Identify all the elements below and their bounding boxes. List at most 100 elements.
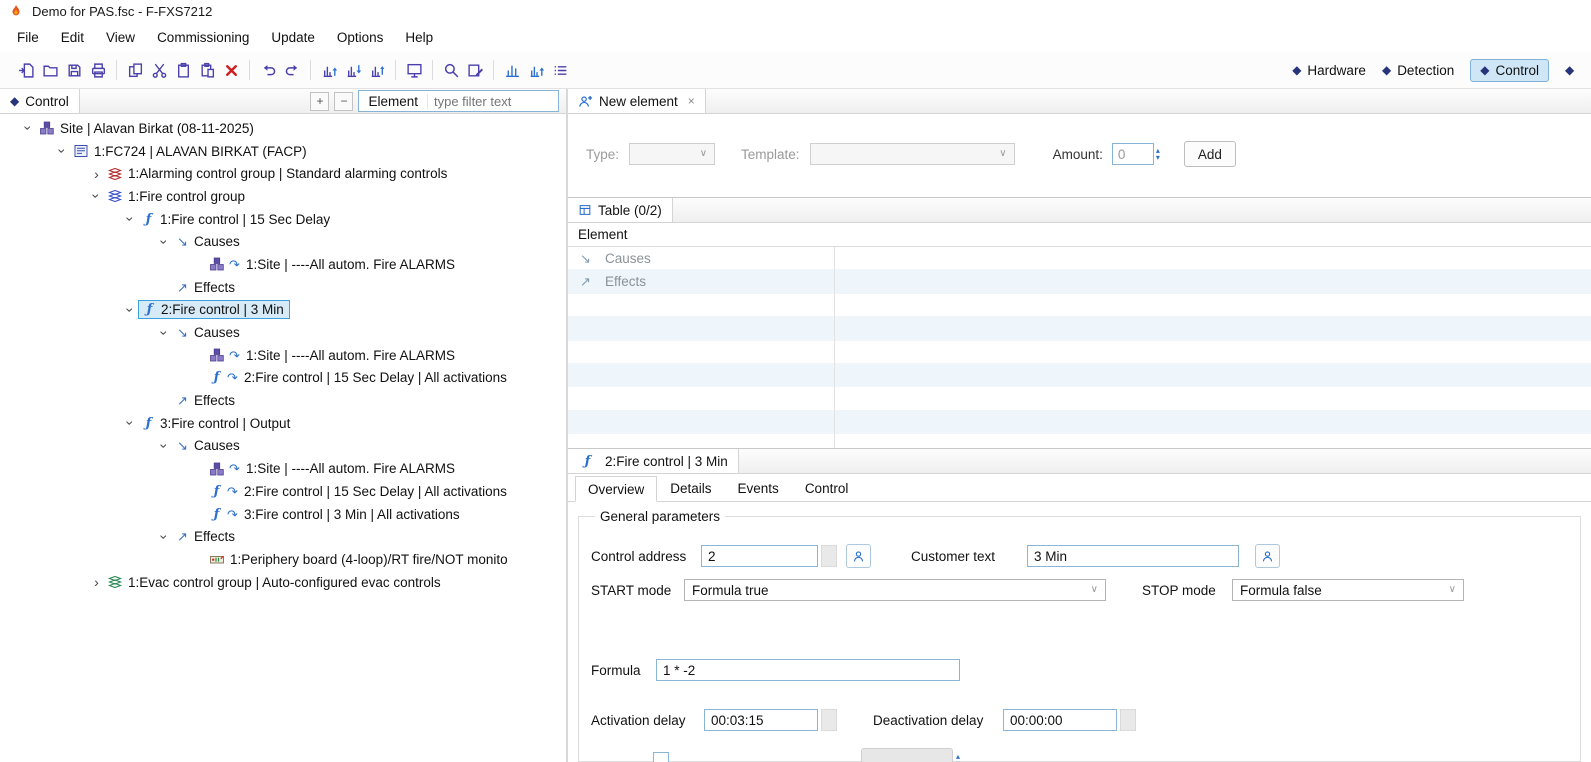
zoom-button[interactable] (439, 58, 463, 82)
tree-item-cause-fire-control[interactable]: ƒ ↷ 2:Fire control | 15 Sec Delay | All … (0, 480, 566, 503)
chevron-expanded-icon[interactable]: › (90, 188, 104, 205)
tab-overview[interactable]: Overview (575, 476, 657, 502)
download-config-button[interactable] (317, 58, 341, 82)
amount-stepper[interactable]: ▴ ▾ (1156, 148, 1160, 161)
perspective-control[interactable]: ◆ Control (1470, 59, 1549, 82)
table-row-empty[interactable] (568, 294, 1591, 317)
perspective-item-partial[interactable]: ◆ (1565, 64, 1591, 76)
menu-file[interactable]: File (6, 25, 50, 50)
tab-table[interactable]: Table (0/2) (568, 198, 673, 222)
paste-button[interactable] (171, 58, 195, 82)
table-row-empty[interactable] (568, 411, 1591, 434)
perspective-hardware[interactable]: ◆ Hardware (1292, 63, 1366, 78)
tree-item-fire-control-3[interactable]: › ƒ 3:Fire control | Output (0, 412, 566, 435)
tree-item-causes[interactable]: › ↘ Causes (0, 321, 566, 344)
chevron-collapsed-icon[interactable]: › (88, 167, 105, 181)
chevron-expanded-icon[interactable]: › (124, 301, 138, 318)
tree-item-cause-fire-control[interactable]: ƒ ↷ 3:Fire control | 3 Min | All activat… (0, 503, 566, 526)
formula-input[interactable] (656, 659, 960, 681)
menu-help[interactable]: Help (394, 25, 444, 50)
chart-button[interactable] (500, 58, 524, 82)
menu-edit[interactable]: Edit (50, 25, 95, 50)
column-divider[interactable] (834, 247, 835, 448)
sync-config-button[interactable] (365, 58, 389, 82)
tree-item-site[interactable]: › Site | Alavan Birkat (08-11-2025) (0, 117, 566, 140)
cut-button[interactable] (147, 58, 171, 82)
add-button[interactable]: Add (1184, 141, 1236, 167)
chevron-expanded-icon[interactable]: › (22, 120, 36, 137)
control-address-input[interactable] (701, 545, 818, 567)
tree-item-facp[interactable]: › 1:FC724 | ALAVAN BIRKAT (FACP) (0, 140, 566, 163)
stepper[interactable]: ▴ ▾ (956, 754, 960, 762)
open-button[interactable] (38, 58, 62, 82)
amount-input[interactable] (1112, 143, 1154, 165)
table-row[interactable]: ↗ Effects (568, 270, 1591, 293)
close-icon[interactable]: × (688, 94, 695, 108)
tree-item-effects[interactable]: ↗ Effects (0, 276, 566, 299)
tree-item-effect-periphery[interactable]: 1:Periphery board (4-loop)/RT fire/NOT m… (0, 548, 566, 571)
tree-item-cause-site[interactable]: ↷ 1:Site | ----All autom. Fire ALARMS (0, 344, 566, 367)
chevron-expanded-icon[interactable]: › (124, 415, 138, 432)
tree-item-cause-site[interactable]: ↷ 1:Site | ----All autom. Fire ALARMS (0, 457, 566, 480)
chevron-expanded-icon[interactable]: › (124, 211, 138, 228)
tree-item-effects[interactable]: › ↗ Effects (0, 525, 566, 548)
option-checkbox[interactable] (653, 752, 669, 762)
tree-item-cause-fire-control[interactable]: ƒ ↷ 2:Fire control | 15 Sec Delay | All … (0, 367, 566, 390)
undo-button[interactable] (256, 58, 280, 82)
collapse-all-button[interactable]: − (334, 92, 353, 111)
select-address-button[interactable] (846, 544, 871, 568)
edit-window-button[interactable] (463, 58, 487, 82)
perspective-detection[interactable]: ◆ Detection (1382, 63, 1454, 78)
print-button[interactable] (86, 58, 110, 82)
selected-tree-item[interactable]: ƒ 2:Fire control | 3 Min (138, 300, 290, 319)
chevron-expanded-icon[interactable]: › (158, 233, 172, 250)
customer-text-input[interactable] (1027, 545, 1239, 567)
menu-view[interactable]: View (95, 25, 146, 50)
delete-button[interactable] (219, 58, 243, 82)
chevron-expanded-icon[interactable]: › (158, 528, 172, 545)
table-row-empty[interactable] (568, 341, 1591, 364)
paste-special-button[interactable] (195, 58, 219, 82)
tab-details[interactable]: Details (657, 475, 724, 501)
select-text-button[interactable] (1255, 544, 1280, 568)
tab-events[interactable]: Events (725, 475, 792, 501)
activation-delay-input[interactable] (704, 709, 818, 731)
tab-control[interactable]: ◆ Control (0, 89, 80, 113)
spin-down-icon[interactable]: ▾ (1156, 155, 1160, 161)
chevron-collapsed-icon[interactable]: › (88, 575, 105, 589)
tree-item-cause-site[interactable]: ↷ 1:Site | ----All autom. Fire ALARMS (0, 253, 566, 276)
tab-control[interactable]: Control (792, 475, 862, 501)
tab-new-element[interactable]: New element × (568, 89, 706, 113)
start-mode-select[interactable]: Formula true ∨ (684, 579, 1106, 601)
filter-column-selector[interactable]: Element (359, 94, 428, 109)
list-button[interactable] (548, 58, 572, 82)
tree-item-effects[interactable]: ↗ Effects (0, 389, 566, 412)
chevron-expanded-icon[interactable]: › (158, 324, 172, 341)
chart-alt-button[interactable] (524, 58, 548, 82)
tree-item-causes[interactable]: › ↘ Causes (0, 230, 566, 253)
tree-item-fire-control-1[interactable]: › ƒ 1:Fire control | 15 Sec Delay (0, 208, 566, 231)
tree-item-fire-group[interactable]: › 1:Fire control group (0, 185, 566, 208)
save-button[interactable] (62, 58, 86, 82)
table-row-empty[interactable] (568, 387, 1591, 410)
chevron-expanded-icon[interactable]: › (158, 437, 172, 454)
table-row[interactable]: ↘ Causes (568, 247, 1591, 270)
menu-commissioning[interactable]: Commissioning (146, 25, 260, 50)
table-row-empty[interactable] (568, 317, 1591, 340)
table-row-empty[interactable] (568, 364, 1591, 387)
column-header-element[interactable]: Element (568, 227, 628, 242)
monitor-button[interactable] (402, 58, 426, 82)
tree-item-fire-control-2-selected[interactable]: › ƒ 2:Fire control | 3 Min (0, 299, 566, 322)
upload-config-button[interactable] (341, 58, 365, 82)
tab-fire-control-detail[interactable]: ƒ 2:Fire control | 3 Min (568, 449, 739, 473)
redo-button[interactable] (280, 58, 304, 82)
type-combo[interactable]: ∨ (629, 143, 715, 165)
menu-update[interactable]: Update (260, 25, 326, 50)
expand-all-button[interactable]: + (310, 92, 329, 111)
copy-button[interactable] (123, 58, 147, 82)
deactivation-delay-input[interactable] (1003, 709, 1117, 731)
table-row-empty[interactable] (568, 434, 1591, 448)
tree-item-causes[interactable]: › ↘ Causes (0, 435, 566, 458)
tree-item-alarming-group[interactable]: › 1:Alarming control group | Standard al… (0, 162, 566, 185)
filter-input[interactable] (428, 92, 558, 110)
